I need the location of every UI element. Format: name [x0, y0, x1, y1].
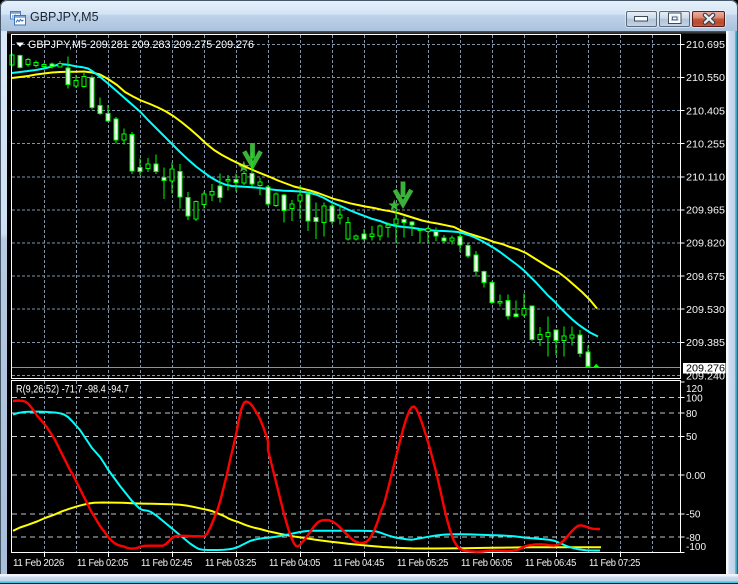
svg-text:210.550: 210.550	[686, 73, 725, 84]
svg-text:11 Feb 04:45: 11 Feb 04:45	[333, 558, 385, 569]
svg-text:11 Feb 03:25: 11 Feb 03:25	[205, 558, 257, 569]
svg-text:210.255: 210.255	[686, 139, 725, 150]
svg-text:11 Feb 05:25: 11 Feb 05:25	[397, 558, 449, 569]
svg-text:GBPJPY,M5 209.281 209.283 209.: GBPJPY,M5 209.281 209.283 209.275 209.27…	[28, 39, 254, 51]
svg-text:11 Feb 2026: 11 Feb 2026	[13, 558, 65, 569]
svg-text:11 Feb 06:05: 11 Feb 06:05	[461, 558, 513, 569]
svg-text:209.965: 209.965	[686, 206, 725, 217]
svg-text:11 Feb 02:05: 11 Feb 02:05	[77, 558, 129, 569]
svg-text:0.00: 0.00	[686, 471, 706, 482]
svg-text:R(9,26,52) -71.7 -98.4 -94.7: R(9,26,52) -71.7 -98.4 -94.7	[16, 384, 129, 396]
svg-text:11 Feb 02:45: 11 Feb 02:45	[141, 558, 193, 569]
svg-text:209.530: 209.530	[686, 305, 725, 316]
svg-text:11 Feb 07:25: 11 Feb 07:25	[589, 558, 641, 569]
svg-text:-100: -100	[686, 542, 706, 553]
svg-text:210.110: 210.110	[686, 173, 725, 184]
svg-text:50: 50	[686, 432, 698, 443]
svg-text:209.385: 209.385	[686, 338, 725, 349]
svg-text:100: 100	[686, 393, 703, 404]
svg-text:80: 80	[686, 409, 698, 420]
svg-text:210.405: 210.405	[686, 106, 725, 117]
svg-text:-50: -50	[686, 510, 701, 521]
svg-text:209.675: 209.675	[686, 272, 725, 283]
svg-text:209.820: 209.820	[686, 239, 725, 250]
svg-text:210.695: 210.695	[686, 40, 725, 51]
svg-text:209.240: 209.240	[686, 372, 725, 383]
svg-text:11 Feb 04:05: 11 Feb 04:05	[269, 558, 321, 569]
svg-text:11 Feb 06:45: 11 Feb 06:45	[525, 558, 577, 569]
